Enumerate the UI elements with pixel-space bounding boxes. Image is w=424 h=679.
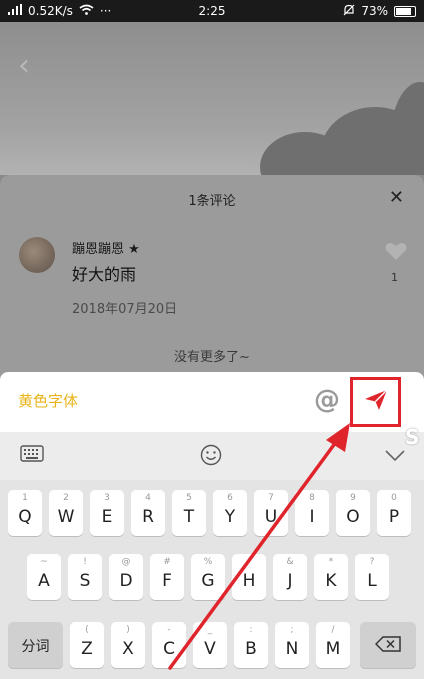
more-dots: ··· (99, 4, 112, 18)
comment-author[interactable]: 蹦恩蹦恩 ★ (72, 238, 140, 257)
battery-percent: 73% (361, 4, 388, 18)
key-w[interactable]: 2W (49, 490, 83, 536)
key-t[interactable]: 5T (172, 490, 206, 536)
chevron-down-icon[interactable] (384, 448, 406, 467)
key-h[interactable]: ' H (232, 554, 266, 600)
key-b[interactable]: :B (234, 622, 268, 668)
key-v[interactable]: _ V (193, 622, 227, 668)
keyboard-toolbar (0, 432, 424, 480)
chevron-left-icon[interactable]: ‹ (18, 48, 30, 83)
tree-shape (390, 82, 424, 175)
keyboard: 1Q 2W 3E 4R 5T 6Y 7U 8I 9O 0P ~ A ! S @ D #… (0, 432, 424, 679)
emoji-icon[interactable] (200, 444, 222, 470)
comment-sheet: 1条评论 ✕ 蹦恩蹦恩 ★ 好大的雨 2018年07月20日 1 没有更多了~ (0, 175, 424, 385)
key-c[interactable]: -C (152, 622, 186, 668)
key-r[interactable]: 4R (131, 490, 165, 536)
status-right: 73% (343, 4, 416, 19)
key-e[interactable]: 3E (90, 490, 124, 536)
backspace-icon (360, 636, 416, 656)
key-o[interactable]: 9O (336, 490, 370, 536)
key-row-3: 分词 (Z ) X -C _ V :B ; N / M (0, 622, 424, 674)
heart-icon[interactable] (384, 239, 408, 263)
key-y[interactable]: 6Y (213, 490, 247, 536)
key-z[interactable]: (Z (70, 622, 104, 668)
key-p[interactable]: 0P (377, 490, 411, 536)
keyboard-icon[interactable] (20, 444, 44, 468)
sheet-title: 1条评论 (188, 194, 236, 209)
key-i[interactable]: 8I (295, 490, 329, 536)
watermark-logo: S (405, 425, 420, 449)
background-photo: ‹ (0, 22, 424, 175)
comment-date: 2018年07月20日 (72, 302, 178, 317)
like-count: 1 (391, 271, 398, 284)
key-u[interactable]: 7U (254, 490, 288, 536)
status-bar: 0.52K/s ··· 2:25 73% (0, 0, 424, 22)
wifi-icon (79, 4, 94, 18)
at-icon[interactable]: @ (314, 385, 340, 415)
comment-input-bar: 黄色字体 @ (0, 372, 424, 432)
key-q[interactable]: 1Q (8, 490, 42, 536)
no-more-text: 没有更多了~ (174, 350, 250, 365)
key-f[interactable]: # F (150, 554, 184, 600)
key-k[interactable]: * K (314, 554, 348, 600)
key-row-2: ~ A ! S @ D # F % G ' H & J * K ? L (0, 554, 424, 606)
signal-icon (8, 4, 22, 18)
status-left: 0.52K/s ··· (8, 4, 111, 18)
battery-icon (394, 5, 416, 17)
key-s[interactable]: ! S (68, 554, 102, 600)
avatar[interactable] (19, 237, 55, 273)
bell-off-icon (343, 4, 355, 19)
key-row-1: 1Q 2W 3E 4R 5T 6Y 7U 8I 9O 0P (0, 490, 424, 542)
key-n[interactable]: ; N (275, 622, 309, 668)
backspace-key[interactable] (360, 622, 416, 668)
comment-text: 好大的雨 (72, 265, 137, 284)
paper-plane-icon (364, 389, 388, 415)
key-m[interactable]: / M (316, 622, 350, 668)
key-d[interactable]: @ D (109, 554, 143, 600)
close-icon[interactable]: ✕ (389, 187, 404, 208)
segment-key[interactable]: 分词 (8, 622, 63, 668)
network-speed: 0.52K/s (28, 4, 73, 18)
key-x[interactable]: ) X (111, 622, 145, 668)
key-j[interactable]: & J (273, 554, 307, 600)
key-g[interactable]: % G (191, 554, 225, 600)
send-button[interactable] (350, 377, 401, 427)
key-l[interactable]: ? L (355, 554, 389, 600)
key-a[interactable]: ~ A (27, 554, 61, 600)
comment-input[interactable]: 黄色字体 (18, 390, 78, 411)
